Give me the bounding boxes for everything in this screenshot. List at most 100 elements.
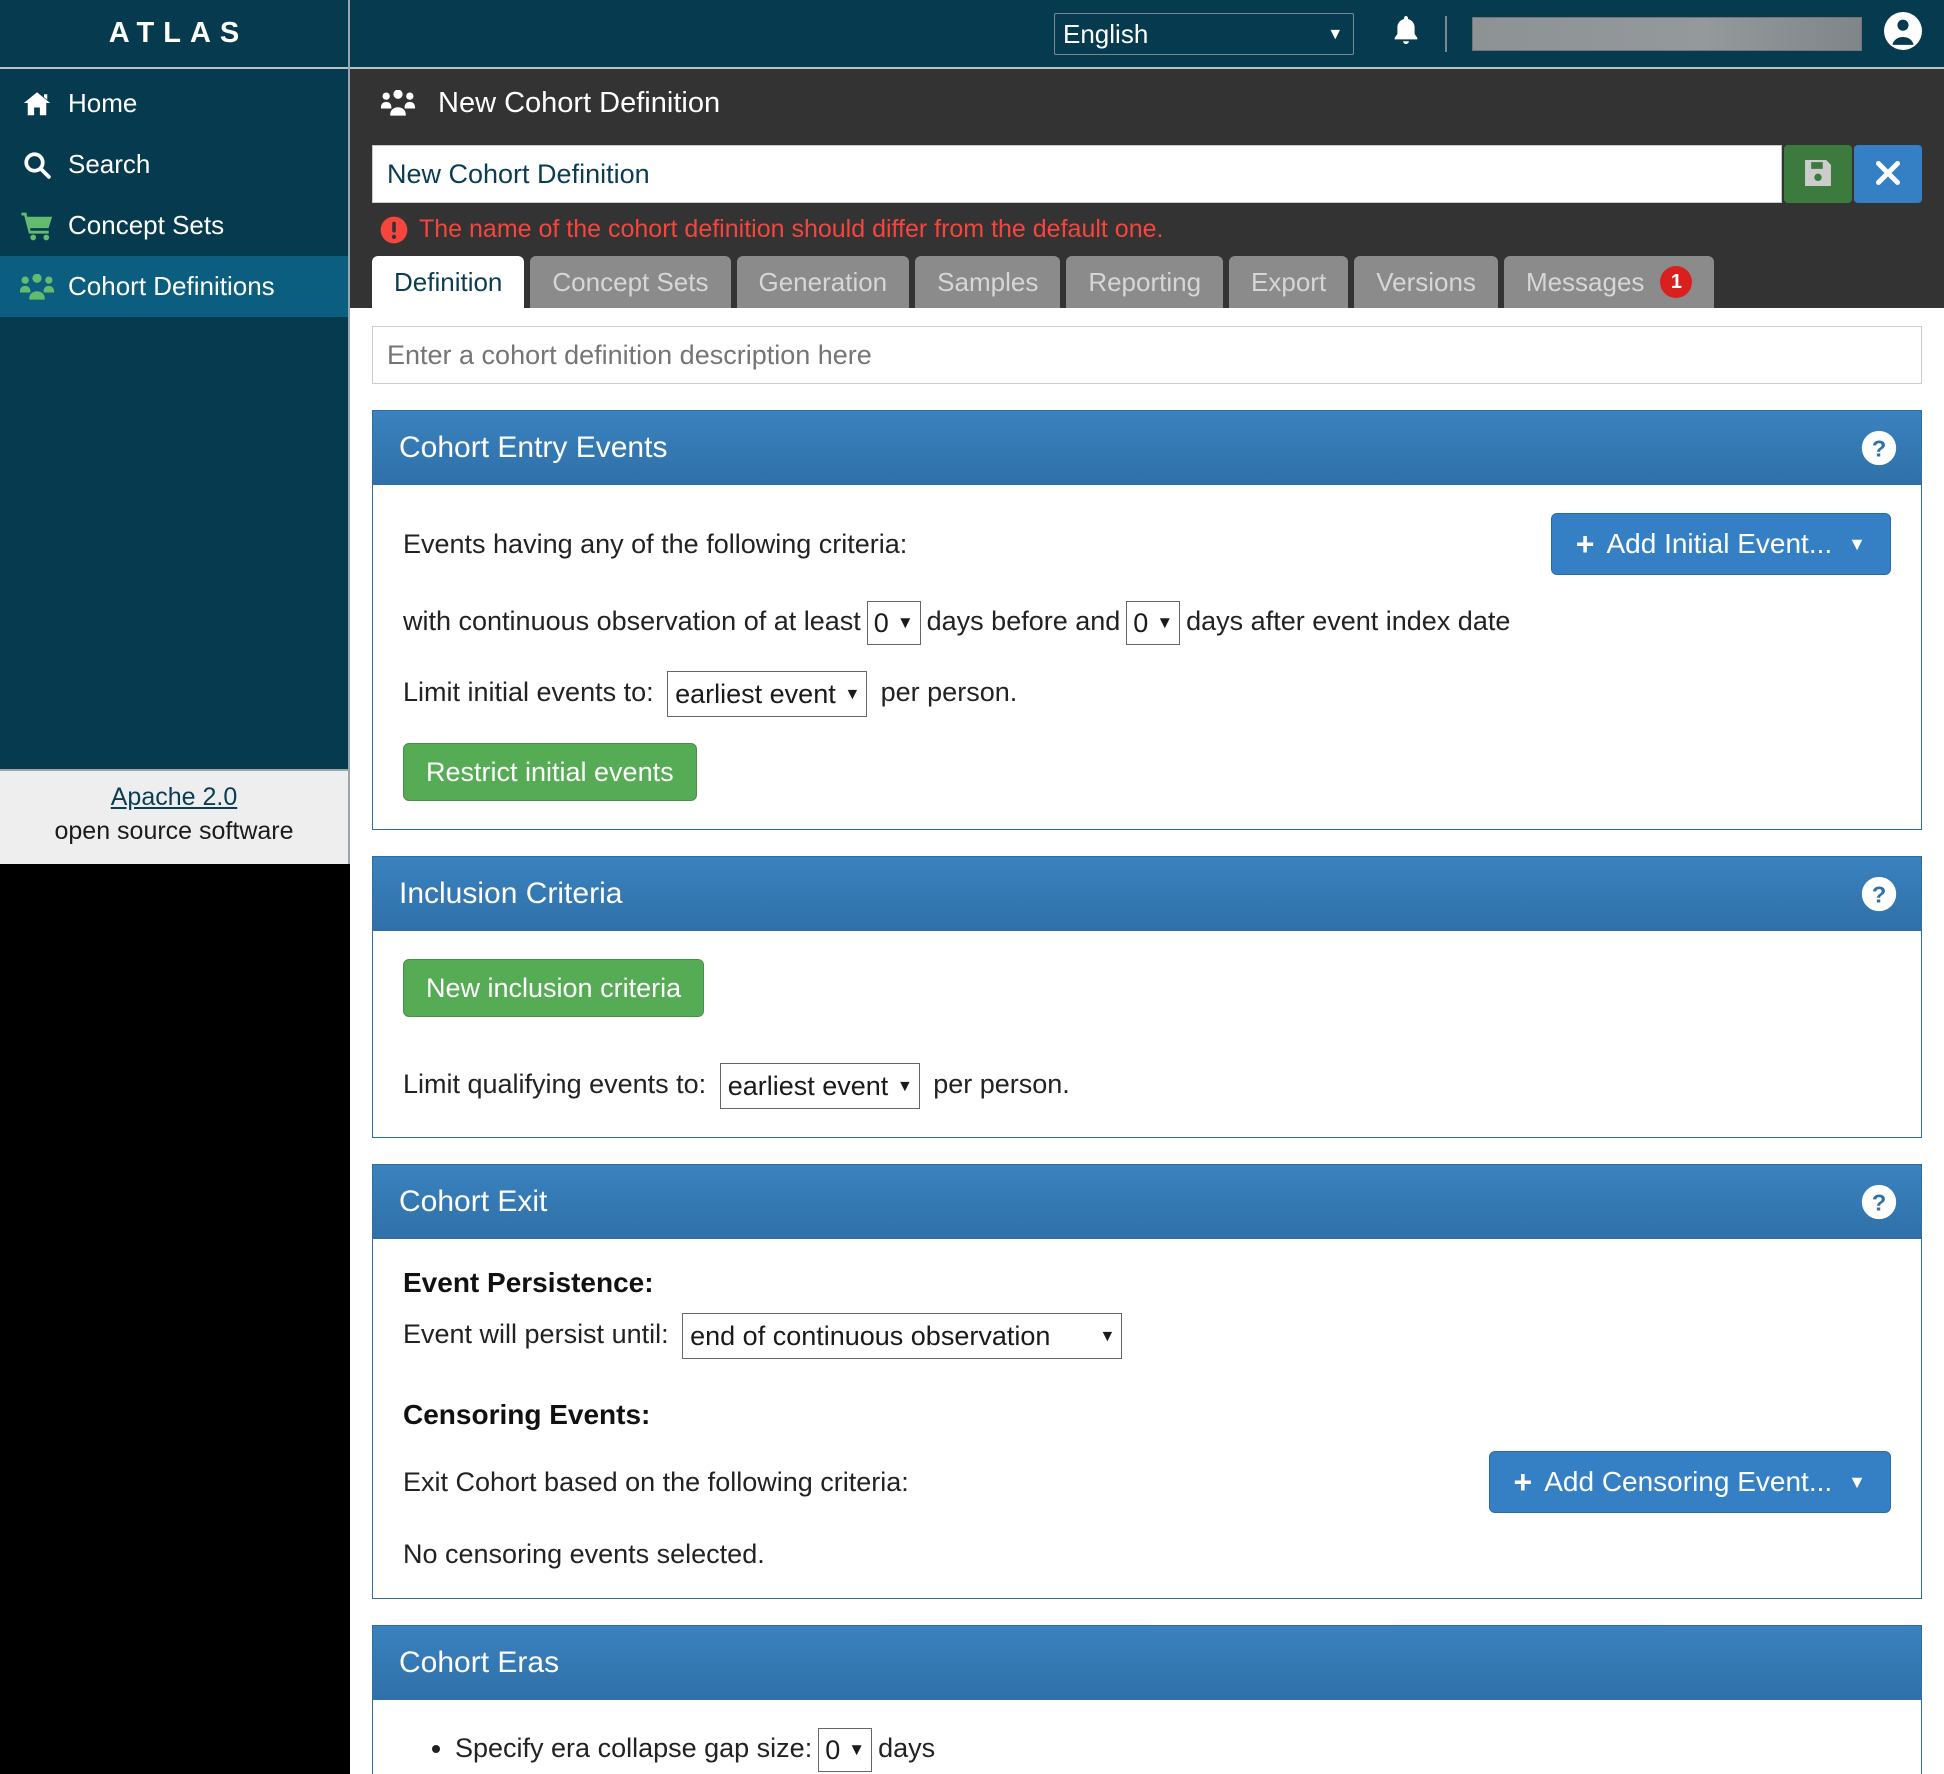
tab-reporting[interactable]: Reporting (1066, 256, 1224, 308)
caret-down-icon: ▼ (848, 1740, 866, 1759)
svg-text:?: ? (1872, 1189, 1886, 1215)
definition-content: Cohort Entry Events ? Events having any … (350, 308, 1944, 1774)
tab-label: Definition (394, 266, 503, 297)
tab-label: Export (1251, 266, 1327, 297)
caret-down-icon: ▼ (1156, 613, 1174, 632)
cart-icon (14, 211, 60, 241)
days-before-value: 0 (873, 607, 889, 638)
gap-suffix: days (878, 1733, 936, 1764)
panel-body: Events having any of the following crite… (373, 485, 1921, 829)
panel-inclusion-criteria: Inclusion Criteria ? New inclusion crite… (372, 856, 1922, 1138)
entry-criteria-row: Events having any of the following crite… (403, 513, 1891, 575)
help-question-icon[interactable]: ? (1861, 430, 1897, 466)
observation-prefix: with continuous observation of at least (403, 606, 861, 637)
tab-label: Messages (1525, 266, 1645, 297)
user-account-icon[interactable] (1884, 12, 1922, 55)
help-question-icon[interactable]: ? (1861, 876, 1897, 912)
divider (1445, 15, 1447, 52)
tab-label: Versions (1376, 266, 1476, 297)
sidebar-item-label: Home (68, 88, 138, 118)
tab-messages[interactable]: Messages 1 (1503, 256, 1715, 308)
page-title: New Cohort Definition (438, 86, 721, 119)
entry-criteria-text: Events having any of the following crite… (403, 528, 908, 559)
limit-qualifying-events-select[interactable]: earliest event (719, 1063, 920, 1109)
status-badge: 1 (1660, 266, 1693, 298)
scrollbar-track[interactable] (1938, 1010, 1944, 1774)
limit-initial-events-select[interactable]: earliest event (667, 671, 868, 717)
restrict-initial-events-button[interactable]: Restrict initial events (403, 743, 697, 801)
cohort-name-input[interactable] (372, 145, 1782, 203)
observation-mid: days before and (926, 606, 1121, 637)
sidebar-item-search[interactable]: Search (0, 134, 348, 195)
sidebar-item-home[interactable]: Home (0, 73, 348, 134)
panel-cohort-eras: Cohort Eras Specify era collapse gap siz… (372, 1625, 1922, 1774)
sidebar-item-concept-sets[interactable]: Concept Sets (0, 195, 348, 256)
limit-qualifying-suffix: per person. (933, 1069, 1070, 1100)
tab-bar: Definition Concept Sets Generation Sampl… (350, 254, 1944, 308)
restrict-initial-events-row: Restrict initial events (403, 743, 1891, 801)
panel-cohort-entry-events: Cohort Entry Events ? Events having any … (372, 410, 1922, 830)
sidebar-top: ATLAS Home Search Concept Sets Cohort De… (0, 0, 350, 317)
license-link[interactable]: Apache 2.0 (0, 783, 348, 812)
tab-label: Concept Sets (552, 266, 709, 297)
days-before-select[interactable]: 0 ▼ (866, 601, 921, 645)
panel-body: New inclusion criteria Limit qualifying … (373, 931, 1921, 1137)
era-gap-select[interactable]: 0 ▼ (818, 1728, 873, 1772)
svg-text:?: ? (1872, 881, 1886, 907)
home-icon (14, 89, 60, 119)
license-subtitle: open source software (54, 817, 294, 845)
no-censoring-events-text: No censoring events selected. (403, 1539, 765, 1569)
panel-header: Cohort Exit ? (373, 1165, 1921, 1239)
censoring-criteria-text: Exit Cohort based on the following crite… (403, 1466, 909, 1497)
observation-row: with continuous observation of at least 0… (403, 601, 1891, 645)
event-persistence-select[interactable]: end of continuous observation (682, 1313, 1123, 1359)
close-button[interactable] (1854, 145, 1922, 203)
panel-title: Cohort Exit (399, 1185, 548, 1218)
tab-label: Samples (937, 266, 1039, 297)
description-input[interactable] (372, 326, 1922, 384)
page-title-row: New Cohort Definition (350, 69, 1944, 137)
tab-samples[interactable]: Samples (915, 256, 1061, 308)
panel-header: Cohort Entry Events ? (373, 411, 1921, 485)
sidebar-footer: Apache 2.0 open source software (0, 769, 350, 864)
save-button[interactable] (1784, 145, 1852, 203)
sidebar-item-label: Search (68, 149, 151, 179)
panel-cohort-exit: Cohort Exit ? Event Persistence: Event w… (372, 1164, 1922, 1599)
panel-title: Cohort Eras (399, 1646, 560, 1679)
limit-initial-prefix: Limit initial events to: (403, 677, 654, 708)
tab-export[interactable]: Export (1229, 256, 1349, 308)
tab-versions[interactable]: Versions (1354, 256, 1498, 308)
tab-label: Generation (758, 266, 888, 297)
tab-concept-sets[interactable]: Concept Sets (530, 256, 731, 308)
sidebar-nav: Home Search Concept Sets Cohort Definiti… (0, 69, 348, 317)
add-initial-event-button[interactable]: + Add Initial Event... ▼ (1550, 513, 1891, 575)
tab-generation[interactable]: Generation (736, 256, 910, 308)
limit-qualifying-events-row: Limit qualifying events to: earliest eve… (403, 1063, 1891, 1109)
sidebar-item-label: Concept Sets (68, 210, 225, 240)
cohort-eras-list: Specify era collapse gap size:0▼days add… (403, 1728, 1891, 1774)
validation-error: The name of the cohort definition should… (350, 203, 1944, 254)
add-censoring-event-button[interactable]: + Add Censoring Event... ▼ (1488, 1451, 1891, 1513)
search-icon (14, 150, 60, 180)
topbar: English ▾ (350, 0, 1944, 69)
cohort-name-row (350, 145, 1944, 203)
tab-definition[interactable]: Definition (372, 256, 525, 308)
add-censoring-event-label: Add Censoring Event... (1544, 1466, 1833, 1497)
censoring-events-label: Censoring Events: (403, 1399, 651, 1430)
tab-label: Reporting (1088, 266, 1202, 297)
loading-progress-bar[interactable] (1472, 16, 1862, 51)
help-question-icon[interactable]: ? (1861, 1184, 1897, 1220)
sidebar-item-cohort-definitions[interactable]: Cohort Definitions (0, 256, 348, 317)
language-select[interactable]: English (1054, 12, 1354, 55)
svg-text:?: ? (1872, 435, 1886, 461)
brand-title: ATLAS (108, 17, 249, 49)
days-after-select[interactable]: 0 ▼ (1126, 601, 1181, 645)
save-floppy-icon (1803, 158, 1833, 191)
main-area: English ▾ New Cohort Definition New Coho… (350, 0, 1944, 1774)
error-message: The name of the cohort definition should… (419, 215, 1164, 243)
limit-initial-events-row: Limit initial events to: earliest event … (403, 671, 1891, 717)
limit-qualifying-prefix: Limit qualifying events to: (403, 1069, 707, 1100)
page-header: New Cohort Definition New Cohort Definit… (350, 69, 1944, 308)
new-inclusion-criteria-button[interactable]: New inclusion criteria (403, 959, 705, 1017)
bell-icon[interactable] (1392, 15, 1420, 52)
